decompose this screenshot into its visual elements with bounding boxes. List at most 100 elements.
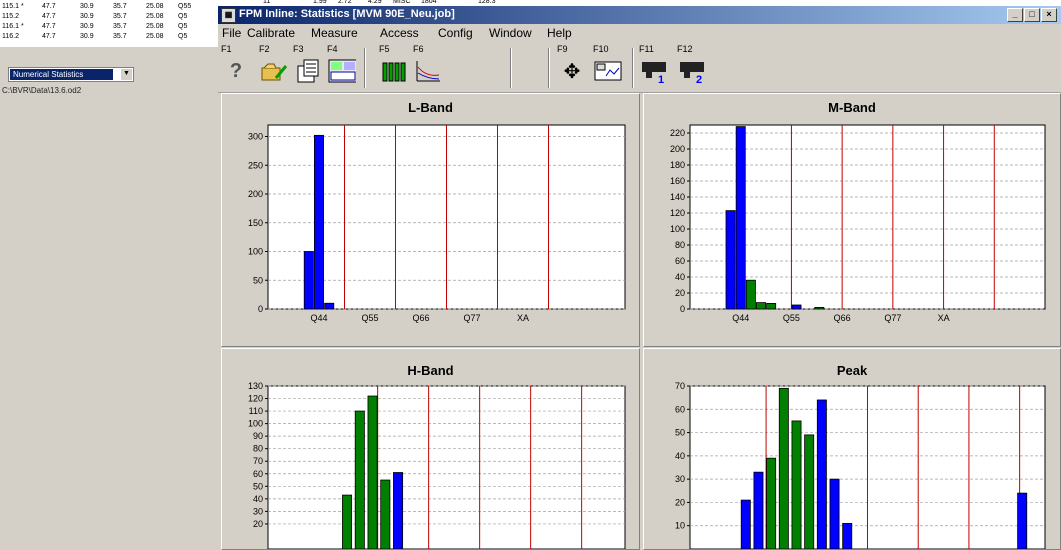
bar — [753, 471, 764, 549]
table-cell: 115.2 — [2, 13, 19, 20]
table-row[interactable]: 116.1 * 47.7 30.9 35.7 25.08 Q5 — [0, 23, 218, 33]
chart-panel-peak: Peak 10 20 30 40 50 60 70 — [643, 348, 1061, 550]
maximize-button[interactable]: □ — [1024, 8, 1040, 22]
strip-cell: MISC — [393, 0, 411, 5]
key-label: F10 — [593, 44, 609, 54]
x-tick-label: Q55 — [783, 313, 800, 323]
table-cell: 25.08 — [146, 3, 164, 10]
y-tick-label: 40 — [675, 272, 685, 282]
table-cell: 25.08 — [146, 33, 164, 40]
y-tick-label: 20 — [675, 288, 685, 298]
statistics-combo[interactable]: Numerical Statistics ▼ — [8, 67, 134, 82]
x-tick-label: Q55 — [361, 313, 378, 323]
background-panel — [0, 47, 218, 542]
bar — [766, 457, 777, 549]
key-label: F1 — [221, 44, 232, 54]
x-tick-label: Q77 — [884, 313, 901, 323]
f2-open-button[interactable]: F2 — [258, 44, 290, 90]
report-icon — [294, 58, 322, 84]
y-tick-label: 20 — [675, 497, 685, 507]
table-row[interactable]: 115.2 47.7 30.9 35.7 25.08 Q5 — [0, 13, 218, 23]
menu-measure[interactable]: Measure — [311, 26, 358, 40]
table-cell: Q5 — [178, 33, 188, 40]
f9-move-button[interactable]: F9 ✥ — [556, 44, 588, 90]
peak-chart: 10 20 30 40 50 60 70 — [675, 381, 1046, 549]
y-tick-label: 150 — [248, 218, 263, 228]
key-label: F12 — [677, 44, 693, 54]
f4-statistics-button[interactable]: F4 — [326, 44, 358, 90]
title-bar[interactable]: ▦ FPM Inline: Statistics [MVM 90E_Neu.jo… — [218, 6, 1061, 24]
chevron-down-icon[interactable]: ▼ — [120, 69, 132, 80]
toolbar-separator — [510, 48, 512, 88]
chart-panel-l-band: L-Band 0 50 100 150 200 250 300 Q44 Q55 Q66 Q77 XA — [221, 93, 640, 347]
y-tick-label: 70 — [675, 381, 685, 391]
statistics-table-icon — [328, 58, 356, 84]
menu-config[interactable]: Config — [438, 26, 473, 40]
table-row[interactable]: 116.2 47.7 30.9 35.7 25.08 Q5 — [0, 33, 218, 43]
h-band-chart: 20 30 40 50 60 70 80 90 100 110 120 130 — [248, 381, 626, 549]
menu-calibrate[interactable]: Calibrate — [247, 26, 295, 40]
toolbar-separator — [548, 48, 550, 88]
table-cell: 25.08 — [146, 23, 164, 30]
bar — [314, 134, 324, 310]
y-tick-label: 160 — [670, 176, 685, 186]
statistics-window: ▦ FPM Inline: Statistics [MVM 90E_Neu.jo… — [218, 6, 1061, 550]
sensor-2-icon: 2 — [678, 58, 706, 84]
table-row[interactable]: 115.1 * 47.7 30.9 35.7 25.08 Q55 — [0, 3, 218, 13]
x-tick-label: Q66 — [834, 313, 851, 323]
close-button[interactable]: × — [1041, 8, 1057, 22]
bar-chart-icon — [380, 58, 408, 84]
bar — [725, 210, 736, 310]
y-tick-label: 110 — [249, 406, 263, 416]
y-tick-label: 130 — [248, 381, 263, 391]
table-cell: 30.9 — [80, 23, 94, 30]
y-tick-label: 100 — [248, 419, 263, 429]
background-table: 115.1 * 47.7 30.9 35.7 25.08 Q55 115.2 47.7 30.9… — [0, 0, 218, 47]
bar — [766, 302, 777, 310]
y-tick-label: 80 — [675, 240, 685, 250]
plot-area — [267, 385, 626, 549]
y-tick-label: 100 — [248, 247, 263, 257]
f12-sensor2-button[interactable]: F12 2 — [676, 44, 708, 90]
bar — [842, 522, 853, 549]
bar — [745, 279, 756, 310]
minimize-button[interactable]: _ — [1007, 8, 1023, 22]
x-tick-label: Q44 — [732, 313, 749, 323]
f5-bar-chart-button[interactable]: F5 — [378, 44, 410, 90]
bar — [367, 395, 378, 549]
strip-cell: 11 — [263, 0, 271, 5]
menu-help[interactable]: Help — [547, 26, 572, 40]
f1-help-button[interactable]: F1 ? — [220, 44, 252, 90]
app-icon[interactable]: ▦ — [221, 8, 236, 23]
key-label: F5 — [379, 44, 390, 54]
f6-line-chart-button[interactable]: F6 — [412, 44, 444, 90]
y-tick-label: 180 — [670, 160, 685, 170]
table-cell: 30.9 — [80, 13, 94, 20]
bar — [735, 126, 746, 310]
menu-window[interactable]: Window — [489, 26, 532, 40]
y-tick-label: 40 — [675, 451, 685, 461]
bar — [354, 410, 365, 549]
bar — [756, 302, 766, 310]
table-cell: 47.7 — [42, 23, 56, 30]
bar — [778, 387, 789, 549]
y-tick-label: 60 — [675, 256, 685, 266]
f11-sensor1-button[interactable]: F11 1 — [638, 44, 670, 90]
open-folder-icon — [260, 58, 288, 84]
m-band-chart: 0 20 40 60 80 100 120 140 160 180 200 220 Q44 Q55 Q66 Q… — [670, 124, 1046, 323]
table-cell: 35.7 — [113, 33, 127, 40]
table-cell: Q5 — [178, 23, 188, 30]
f10-trend-button[interactable]: F10 — [592, 44, 624, 90]
bar — [303, 251, 314, 310]
bar — [380, 479, 391, 549]
y-tick-label: 30 — [253, 506, 263, 516]
y-tick-label: 0 — [680, 304, 685, 314]
menu-access[interactable]: Access — [380, 26, 419, 40]
table-cell: 116.2 — [2, 33, 19, 40]
menu-file[interactable]: File — [222, 26, 241, 40]
y-tick-label: 40 — [253, 494, 263, 504]
y-tick-label: 60 — [675, 404, 685, 414]
f3-report-button[interactable]: F3 — [292, 44, 324, 90]
toolbar-separator — [364, 48, 366, 88]
y-tick-label: 200 — [248, 189, 263, 199]
